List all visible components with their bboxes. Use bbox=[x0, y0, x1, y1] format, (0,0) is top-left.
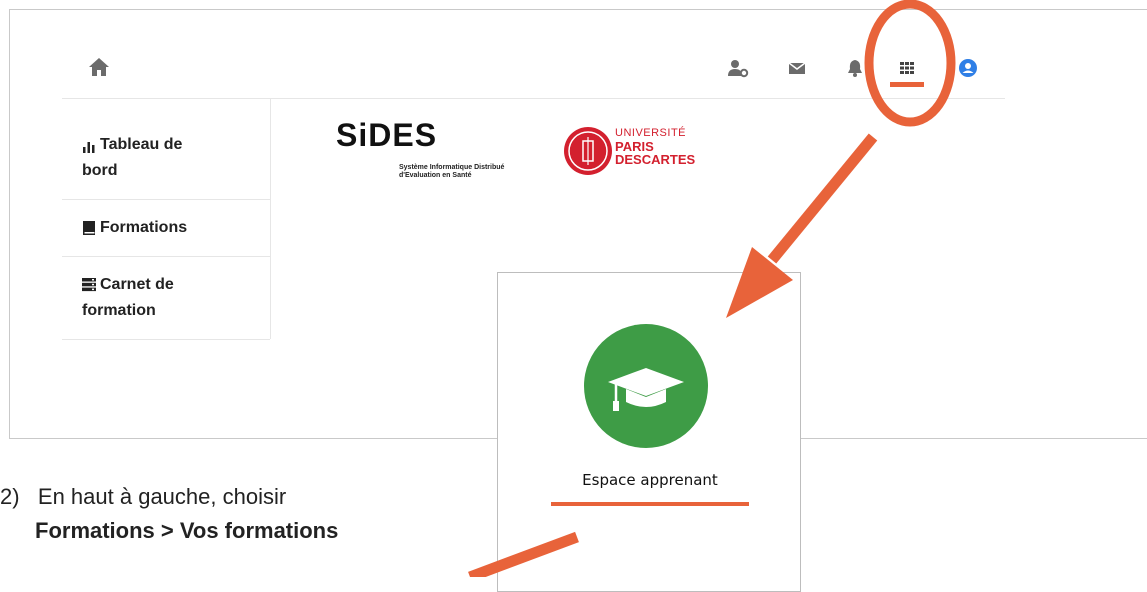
annotation-underline bbox=[551, 502, 749, 506]
sidebar-item-label: Carnet de bbox=[100, 276, 174, 293]
university-seal-logo bbox=[564, 127, 612, 175]
sides-logo-title: SiDES bbox=[336, 117, 438, 153]
graduation-cap-icon bbox=[608, 368, 684, 411]
step-line1: En haut à gauche, choisir bbox=[37, 484, 287, 509]
sidebar-item-formations[interactable]: Formations bbox=[62, 199, 270, 257]
sidebar: Tableau de bord Formations Carnet de for… bbox=[62, 99, 271, 340]
bar-chart-icon bbox=[83, 142, 95, 153]
user-circle-icon[interactable] bbox=[957, 57, 979, 79]
university-logo-name: PARIS DESCARTES bbox=[615, 139, 696, 167]
sidebar-item-label: Formations bbox=[100, 219, 188, 236]
sides-logo-subtitle: Système Informatique Distribué d'Evaluat… bbox=[399, 164, 505, 179]
user-cog-icon[interactable] bbox=[727, 57, 749, 79]
sidebar-item-label-line2: bord bbox=[82, 162, 118, 179]
sidebar-item-carnet-de-formation[interactable]: Carnet de formation bbox=[62, 256, 270, 340]
book-icon bbox=[83, 221, 95, 235]
apps-popup: Espace apprenant bbox=[497, 272, 801, 592]
sidebar-item-label: Tableau de bbox=[100, 136, 183, 153]
university-logo-line1: UNIVERSITÉ bbox=[615, 127, 687, 139]
envelope-icon[interactable] bbox=[786, 57, 808, 79]
sidebar-item-label-line2: formation bbox=[82, 302, 156, 319]
step-line2: Formations > Vos formations bbox=[35, 518, 339, 543]
server-icon bbox=[82, 278, 96, 292]
top-navbar bbox=[62, 40, 1005, 99]
step-number: 2) bbox=[0, 484, 20, 509]
sidebar-item-tableau-de-bord[interactable]: Tableau de bord bbox=[62, 99, 270, 200]
espace-apprenant-button[interactable] bbox=[584, 324, 708, 448]
home-icon[interactable] bbox=[86, 54, 112, 80]
bell-icon[interactable] bbox=[844, 57, 866, 79]
espace-apprenant-label[interactable]: Espace apprenant bbox=[498, 471, 802, 489]
grid-icon[interactable] bbox=[896, 57, 918, 79]
